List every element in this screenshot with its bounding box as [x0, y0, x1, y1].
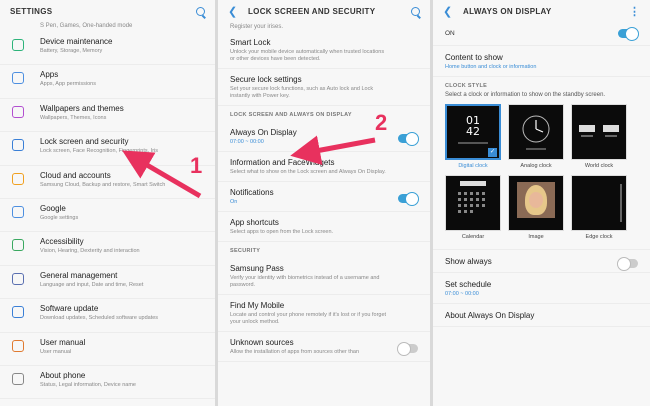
callout-number-one: 1	[190, 153, 203, 178]
screenshot-stage: SETTINGS S Pen, Games, One-handed mode D…	[0, 0, 650, 406]
callout-number-two: 2	[375, 110, 388, 135]
arrow-to-always-on-display	[290, 135, 376, 166]
annotation-overlay	[122, 135, 376, 199]
